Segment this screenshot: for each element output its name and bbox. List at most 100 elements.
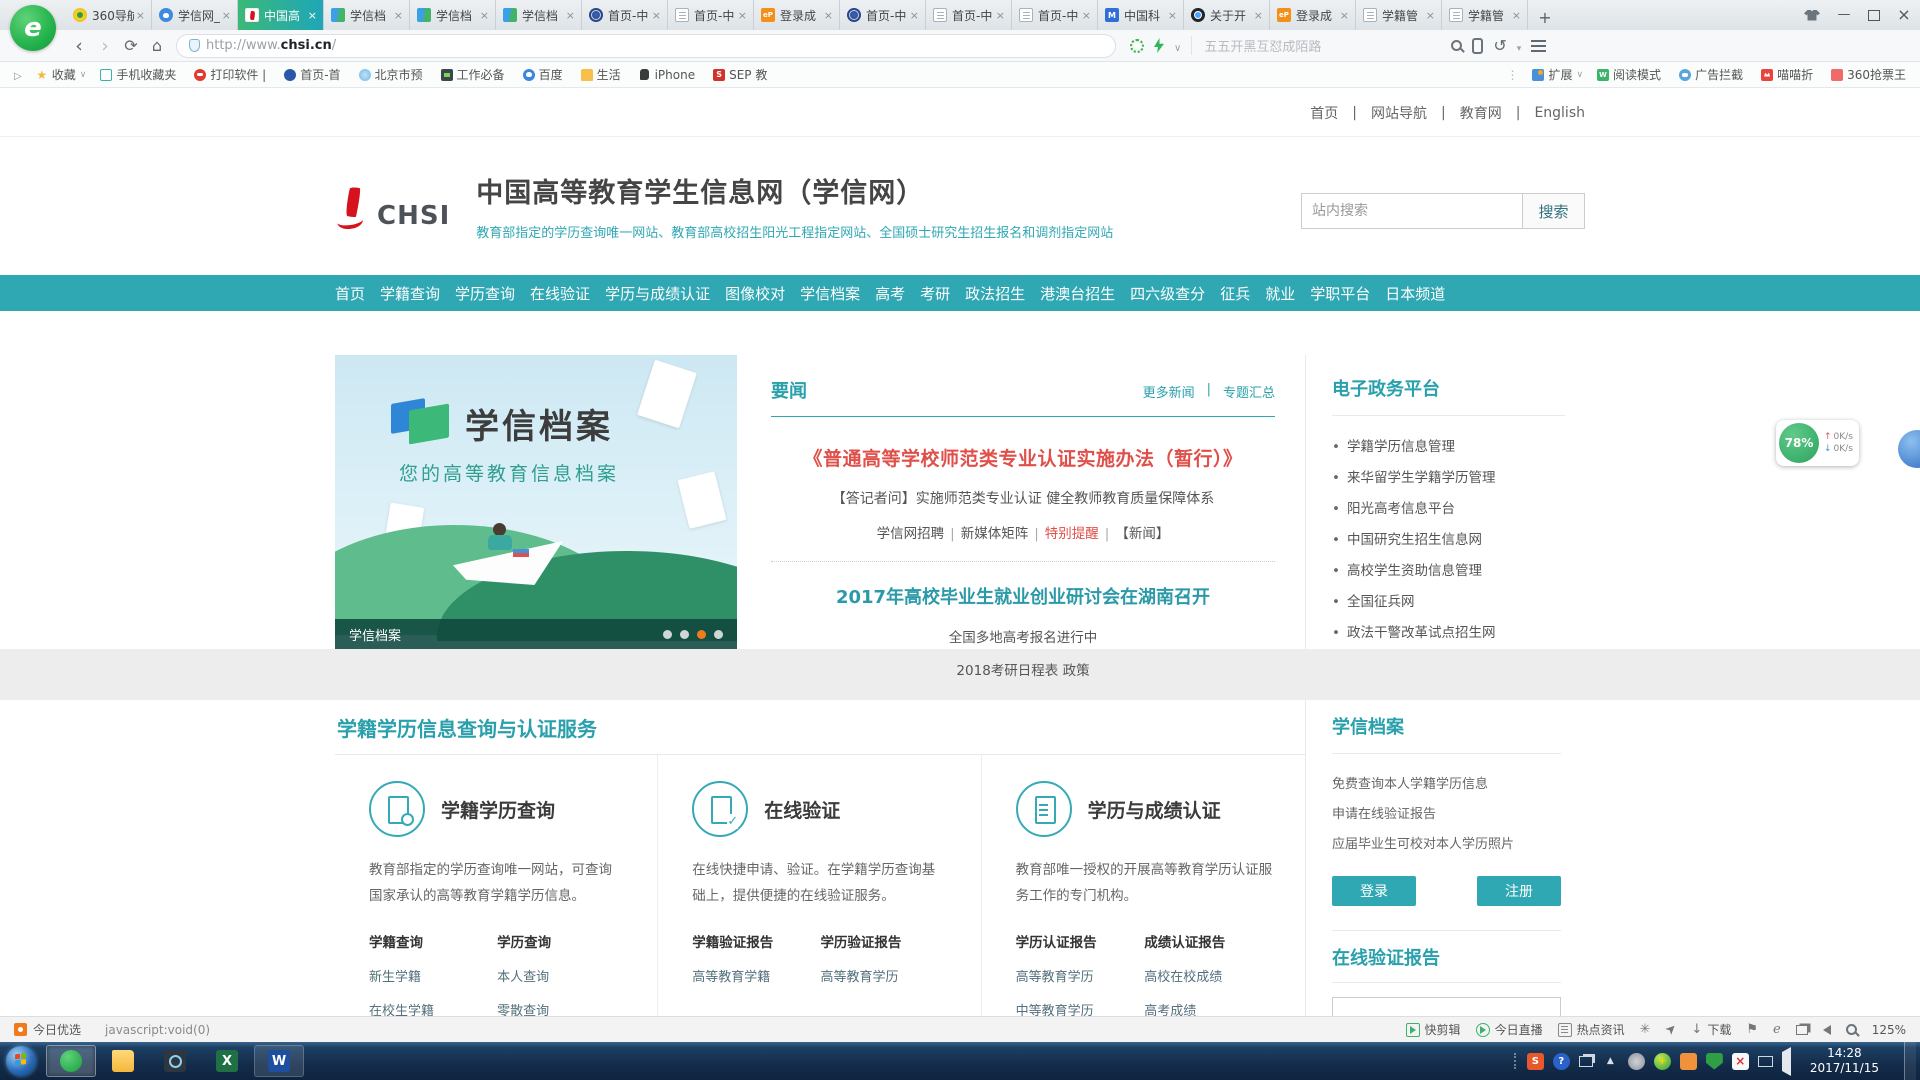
carousel-dot[interactable] — [714, 630, 723, 639]
start-button[interactable] — [6, 1046, 36, 1076]
top-nav-link[interactable]: 首页 — [1310, 103, 1338, 123]
status-tool[interactable]: 今日直播 — [1476, 1021, 1543, 1038]
help-icon[interactable] — [1553, 1053, 1570, 1070]
top-nav-link[interactable]: | — [1352, 105, 1357, 121]
taskbar-clock[interactable]: 14:28 2017/11/15 — [1800, 1046, 1889, 1076]
site-logo[interactable]: CHSI — [335, 187, 450, 231]
news-inline-link[interactable]: 学信网招聘 — [877, 526, 945, 542]
main-nav-link[interactable]: 学籍查询 — [380, 283, 440, 304]
verify-input[interactable] — [1332, 997, 1561, 1016]
skin-icon[interactable] — [1804, 10, 1820, 21]
home-icon[interactable] — [144, 36, 170, 55]
extension-item[interactable]: 扩展 ∨ — [1532, 66, 1583, 83]
overflow-dots-icon[interactable] — [1496, 68, 1518, 82]
tab-close-icon[interactable]: × — [908, 9, 921, 22]
bookmark-item[interactable]: 打印软件 | — [194, 66, 270, 83]
login-button[interactable]: 登录 — [1332, 876, 1416, 906]
top-nav-link[interactable]: | — [1441, 105, 1446, 121]
register-button[interactable]: 注册 — [1477, 876, 1561, 906]
main-nav-link[interactable]: 四六级查分 — [1130, 283, 1205, 304]
egov-link[interactable]: 来华留学生学籍学历管理 — [1332, 463, 1565, 494]
main-nav-link[interactable]: 日本频道 — [1385, 283, 1445, 304]
taskbar-app-viewer[interactable] — [150, 1045, 200, 1077]
browser-logo-icon[interactable] — [10, 5, 56, 51]
main-nav-link[interactable]: 就业 — [1265, 283, 1295, 304]
news-inline-link[interactable]: 新媒体矩阵 — [961, 526, 1029, 542]
back-icon[interactable] — [66, 35, 92, 57]
extension-item[interactable]: 喵喵折 — [1761, 66, 1817, 83]
bookmark-item[interactable]: 工作必备 — [441, 66, 509, 83]
carousel-dot[interactable] — [663, 630, 672, 639]
flag-icon[interactable] — [1746, 1022, 1758, 1037]
tab-close-icon[interactable]: × — [1080, 9, 1093, 22]
service-link[interactable]: 高等教育学籍 — [692, 966, 820, 985]
speed-widget[interactable]: 78% ↑0K/s ↓0K/s — [1776, 420, 1859, 466]
tab-close-icon[interactable]: × — [650, 9, 663, 22]
main-nav-link[interactable]: 首页 — [335, 283, 365, 304]
sogou-input-icon[interactable] — [1527, 1053, 1544, 1070]
undo-icon[interactable] — [1493, 36, 1506, 55]
status-tool[interactable]: 快剪辑 — [1406, 1021, 1461, 1038]
bookmark-item[interactable]: 收藏 ∨ — [36, 66, 87, 83]
main-nav-link[interactable]: 高考 — [875, 283, 905, 304]
window-switch-icon[interactable] — [1579, 1056, 1593, 1067]
service-link[interactable]: 在校生学籍 — [369, 1000, 497, 1016]
tab-close-icon[interactable]: × — [1166, 9, 1179, 22]
main-nav-link[interactable]: 政法招生 — [965, 283, 1025, 304]
status-tool[interactable]: 热点资讯 — [1558, 1021, 1625, 1038]
service-link[interactable]: 高等教育学历 — [820, 966, 948, 985]
tray-ball-icon[interactable] — [1628, 1053, 1645, 1070]
tab-close-icon[interactable]: × — [306, 9, 319, 22]
maximize-icon[interactable] — [1868, 10, 1880, 21]
browser-tab[interactable]: 首页-中 × — [1012, 0, 1098, 30]
bookmark-item[interactable]: 百度 — [523, 66, 567, 83]
site-search-input[interactable] — [1301, 193, 1523, 229]
browser-tab[interactable]: 学信档 × — [410, 0, 496, 30]
service-link[interactable]: 本人查询 — [497, 966, 625, 985]
windows-arrange-icon[interactable] — [1796, 1025, 1808, 1035]
browser-tab[interactable]: 首页-中 × — [926, 0, 1012, 30]
main-nav-link[interactable]: 学历查询 — [455, 283, 515, 304]
browser-tab[interactable]: 登录成 × — [754, 0, 840, 30]
pinwheel-icon[interactable] — [1640, 1022, 1651, 1037]
main-nav-link[interactable]: 征兵 — [1220, 283, 1250, 304]
browser-tab[interactable]: 学籍管 × — [1442, 0, 1528, 30]
bookmark-item[interactable]: 手机收藏夹 — [100, 66, 180, 83]
extension-item[interactable]: 360抢票王 — [1831, 66, 1910, 83]
extension-item[interactable]: 广告拦截 — [1679, 66, 1747, 83]
speaker-icon[interactable] — [1823, 1025, 1831, 1035]
tab-close-icon[interactable]: × — [220, 9, 233, 22]
url-box[interactable]: http://www.chsi.cn/ — [176, 34, 1116, 58]
more-news-link[interactable]: 更多新闻 — [1143, 382, 1195, 401]
egov-link[interactable]: 全国征兵网 — [1332, 587, 1565, 618]
tab-close-icon[interactable]: × — [822, 9, 835, 22]
daily-picks-label[interactable]: 今日优选 — [33, 1021, 81, 1038]
tab-close-icon[interactable]: × — [736, 9, 749, 22]
tab-close-icon[interactable]: × — [1424, 9, 1437, 22]
top-nav-link[interactable]: 教育网 — [1460, 103, 1502, 123]
memory-percent-badge[interactable]: 78% — [1779, 423, 1819, 463]
taskbar-app-excel[interactable] — [202, 1045, 252, 1077]
browser-tab[interactable]: 关于开 × — [1184, 0, 1270, 30]
egov-link[interactable]: 高校学生资助信息管理 — [1332, 556, 1565, 587]
news-headline-secondary[interactable]: 2017年高校毕业生就业创业研讨会在湖南召开 — [771, 583, 1275, 609]
browser-tab[interactable]: 学籍管 × — [1356, 0, 1442, 30]
main-nav-link[interactable]: 学信档案 — [800, 283, 860, 304]
bookmark-item[interactable]: SEP 教 — [713, 66, 771, 83]
network-icon[interactable] — [1758, 1056, 1773, 1067]
new-tab-button[interactable] — [1532, 6, 1558, 30]
news-inline-link[interactable]: | — [1105, 526, 1110, 542]
phone-sync-icon[interactable] — [1472, 38, 1483, 54]
egov-link[interactable]: 政法干警改革试点招生网 — [1332, 618, 1565, 649]
ie-mode-icon[interactable] — [1773, 1022, 1781, 1037]
tab-close-icon[interactable]: × — [478, 9, 491, 22]
site-search-button[interactable]: 搜索 — [1523, 193, 1585, 229]
main-nav-link[interactable]: 考研 — [920, 283, 950, 304]
browser-tab[interactable]: 首页-中 × — [840, 0, 926, 30]
refresh-icon[interactable] — [118, 36, 144, 55]
news-inline-link[interactable]: | — [1034, 526, 1039, 542]
taskbar-app-browser[interactable] — [46, 1045, 96, 1077]
volume-icon[interactable] — [1782, 1052, 1791, 1071]
service-link[interactable]: 高考成绩 — [1144, 1000, 1273, 1016]
service-link[interactable]: 高等教育学历 — [1016, 966, 1145, 985]
